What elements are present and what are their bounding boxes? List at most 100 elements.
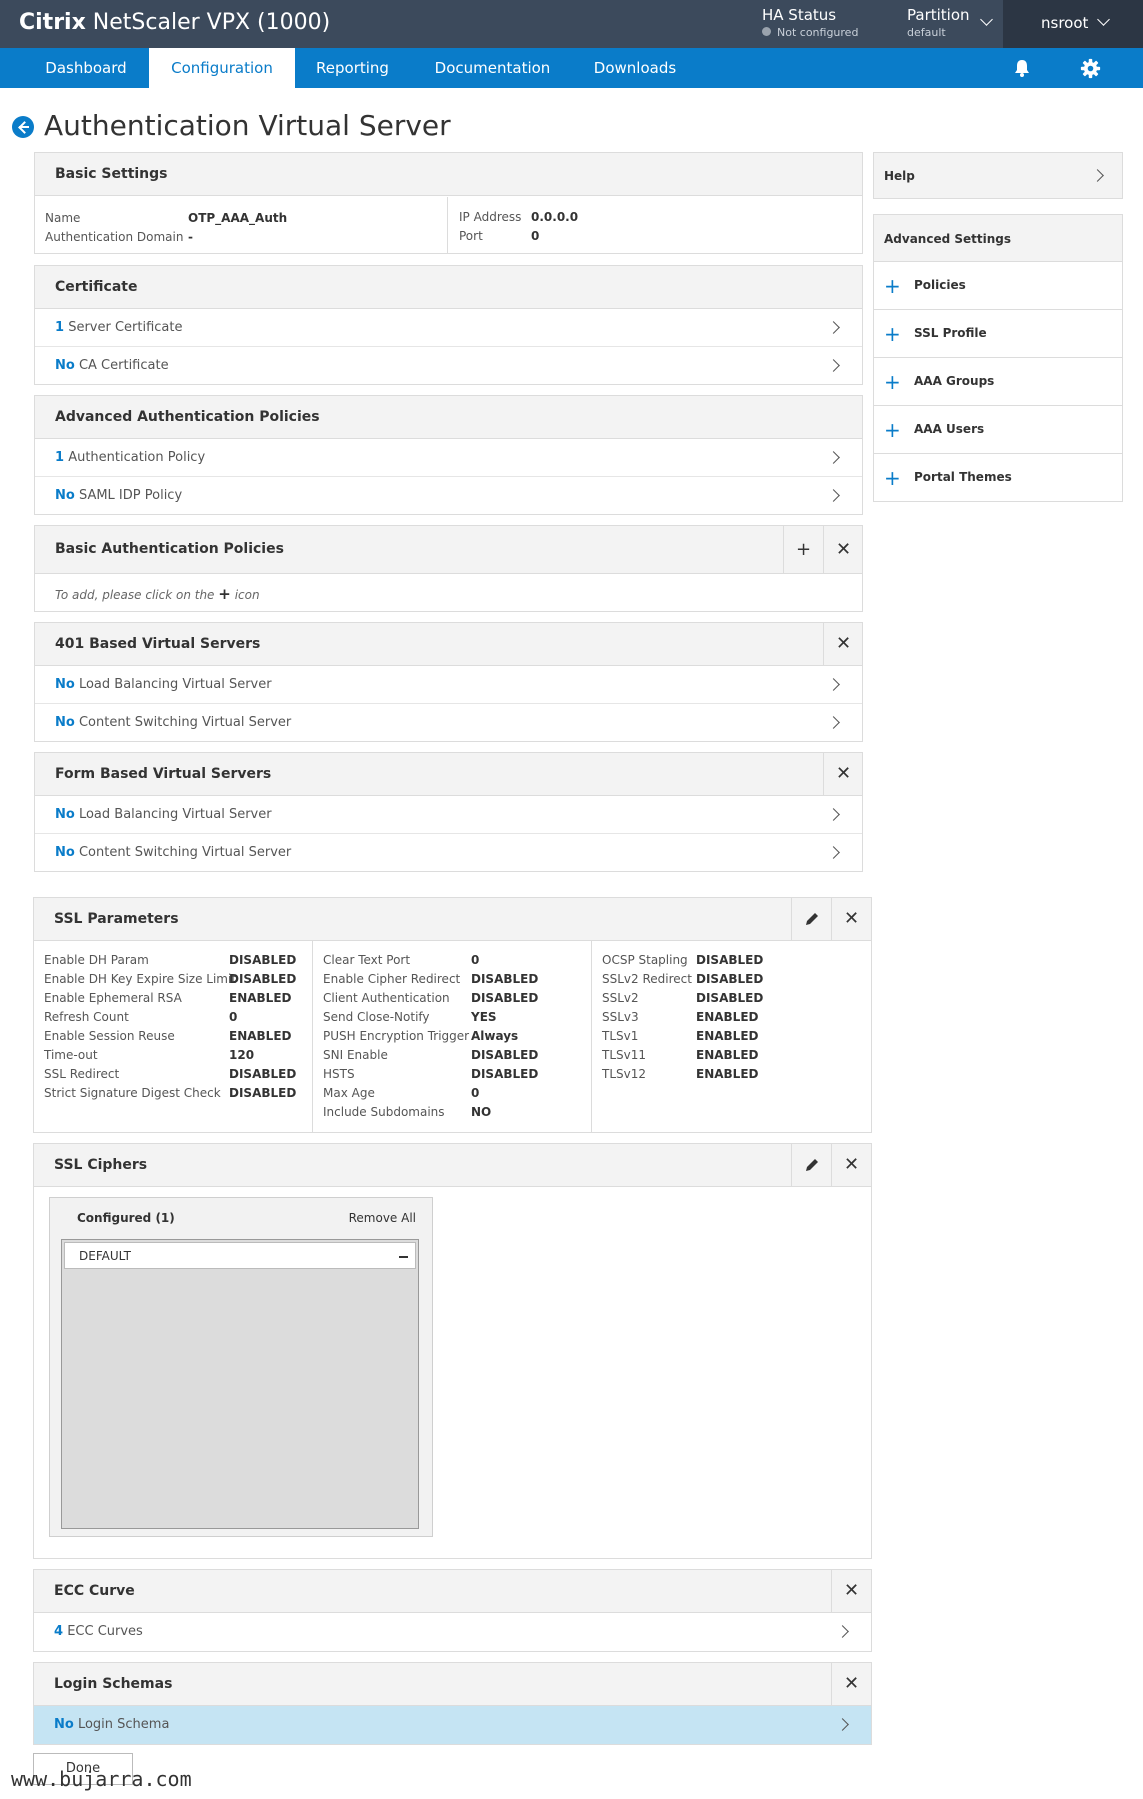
close-button[interactable]: ✕ xyxy=(831,1570,871,1612)
list-item-server-certificate[interactable]: 1 Server Certificate xyxy=(35,309,862,347)
ssl-parameters-panel: SSL Parameters ✕ Enable DH Param DISABLED… xyxy=(33,897,872,1133)
tab-documentation[interactable]: Documentation xyxy=(420,48,565,88)
domain-value: - xyxy=(188,230,193,244)
chevron-right-icon xyxy=(836,1718,849,1731)
ha-status[interactable]: HA Status Not configured xyxy=(762,6,858,39)
list-item-saml-idp-policy[interactable]: No SAML IDP Policy xyxy=(35,477,862,515)
close-button[interactable]: ✕ xyxy=(823,526,863,573)
chevron-right-icon xyxy=(827,846,840,859)
plus-icon: + xyxy=(884,466,901,490)
list-item-cs-vserver[interactable]: No Content Switching Virtual Server xyxy=(35,704,862,742)
cipher-list[interactable]: DEFAULT xyxy=(61,1239,419,1529)
list-item-authentication-policy[interactable]: 1 Authentication Policy xyxy=(35,439,862,477)
close-button[interactable]: ✕ xyxy=(823,753,863,795)
advanced-auth-policies-panel: Advanced Authentication Policies 1 Authe… xyxy=(34,395,863,515)
list-item-ca-certificate[interactable]: No CA Certificate xyxy=(35,347,862,385)
plus-icon: + xyxy=(884,274,901,298)
panel-title: SSL Ciphers xyxy=(54,1157,148,1173)
panel-title: Basic Settings xyxy=(55,166,168,182)
name-value: OTP_AAA_Auth xyxy=(188,211,288,225)
gear-icon[interactable] xyxy=(1080,58,1101,79)
sidebar-item-aaa-groups[interactable]: + AAA Groups xyxy=(874,357,1122,405)
back-arrow-icon[interactable] xyxy=(12,116,34,138)
ssl-params-col-2: Clear Text Port 0 Enable Cipher Redirect D… xyxy=(323,953,539,1119)
ha-status-title: HA Status xyxy=(762,6,837,24)
close-button[interactable]: ✕ xyxy=(831,1663,871,1705)
certificate-panel: Certificate 1 Server Certificate No CA C… xyxy=(34,265,863,385)
tab-dashboard[interactable]: Dashboard xyxy=(24,48,148,88)
chevron-down-icon xyxy=(1097,13,1110,26)
advanced-settings-title: Advanced Settings xyxy=(884,232,1012,246)
edit-button[interactable] xyxy=(791,898,831,940)
add-button[interactable]: + xyxy=(783,526,823,573)
basic-settings-panel: Basic Settings Name OTP_AAA_Auth Authenti… xyxy=(34,152,863,254)
panel-title: Basic Authentication Policies xyxy=(55,541,284,557)
plus-icon: + xyxy=(884,370,901,394)
plus-icon: + xyxy=(884,322,901,346)
ha-status-value: Not configured xyxy=(777,26,859,39)
list-item-lb-vserver[interactable]: No Load Balancing Virtual Server xyxy=(35,666,862,704)
ssl-params-col-3: OCSP Stapling DISABLED SSLv2 Redirect DISA… xyxy=(602,953,764,1081)
partition-value: default xyxy=(907,26,946,39)
panel-title: Login Schemas xyxy=(54,1676,173,1692)
brand-logo: Citrix NetScaler VPX (1000) xyxy=(19,10,331,35)
main-nav: Dashboard Configuration Reporting Docume… xyxy=(0,48,1143,88)
list-item-lb-vserver[interactable]: No Load Balancing Virtual Server xyxy=(35,796,862,834)
bell-icon[interactable] xyxy=(1012,58,1032,78)
tab-reporting[interactable]: Reporting xyxy=(296,48,409,88)
panel-title: SSL Parameters xyxy=(54,911,179,927)
panel-title: Certificate xyxy=(55,279,138,295)
ip-value: 0.0.0.0 xyxy=(531,210,579,224)
login-schemas-panel: Login Schemas ✕ No Login Schema xyxy=(33,1662,872,1745)
vs-form-panel: Form Based Virtual Servers ✕ No Load Bal… xyxy=(34,752,863,872)
sidebar-item-portal-themes[interactable]: + Portal Themes xyxy=(874,453,1122,501)
chevron-right-icon xyxy=(827,359,840,372)
chevron-right-icon xyxy=(827,716,840,729)
plus-icon: + xyxy=(218,585,231,603)
user-menu[interactable]: nsroot xyxy=(1003,0,1143,48)
list-item-cs-vserver[interactable]: No Content Switching Virtual Server xyxy=(35,834,862,872)
add-hint: To add, please click on the + icon xyxy=(55,585,260,603)
edit-button[interactable] xyxy=(791,1144,831,1186)
tab-downloads[interactable]: Downloads xyxy=(576,48,694,88)
pencil-icon xyxy=(805,913,818,925)
watermark: www.bujarra.com xyxy=(11,1767,192,1791)
list-item-login-schema[interactable]: No Login Schema xyxy=(34,1706,871,1744)
ssl-params-col-1: Enable DH Param DISABLED Enable DH Key Ex… xyxy=(44,953,297,1100)
close-button[interactable]: ✕ xyxy=(831,898,871,940)
divider xyxy=(312,941,313,1133)
minus-icon[interactable] xyxy=(399,1256,408,1258)
chevron-right-icon xyxy=(1091,169,1104,182)
chevron-right-icon xyxy=(827,678,840,691)
divider xyxy=(591,941,592,1133)
remove-all-link[interactable]: Remove All xyxy=(349,1211,416,1225)
advanced-settings-panel: Advanced Settings + Policies + SSL Profile… xyxy=(873,214,1123,502)
list-item[interactable]: DEFAULT xyxy=(64,1242,416,1269)
user-name: nsroot xyxy=(1041,14,1089,32)
port-value: 0 xyxy=(531,229,540,243)
close-button[interactable]: ✕ xyxy=(831,1144,871,1186)
chevron-right-icon xyxy=(827,808,840,821)
panel-title: Advanced Authentication Policies xyxy=(55,409,320,425)
chevron-down-icon[interactable] xyxy=(980,13,993,26)
page-title: Authentication Virtual Server xyxy=(44,109,451,142)
partition-selector[interactable]: Partition default xyxy=(907,6,970,39)
status-dot-icon xyxy=(762,27,771,36)
chevron-right-icon xyxy=(827,321,840,334)
sidebar-item-policies[interactable]: + Policies xyxy=(874,261,1122,309)
list-item-ecc-curves[interactable]: 4 ECC Curves xyxy=(34,1613,871,1651)
help-panel[interactable]: Help xyxy=(873,152,1123,199)
sidebar-item-aaa-users[interactable]: + AAA Users xyxy=(874,405,1122,453)
panel-title: 401 Based Virtual Servers xyxy=(55,636,261,652)
chevron-right-icon xyxy=(827,489,840,502)
sidebar-item-ssl-profile[interactable]: + SSL Profile xyxy=(874,309,1122,357)
chevron-right-icon xyxy=(836,1625,849,1638)
panel-title: Form Based Virtual Servers xyxy=(55,766,272,782)
close-button[interactable]: ✕ xyxy=(823,623,863,665)
ecc-curve-panel: ECC Curve ✕ 4 ECC Curves xyxy=(33,1569,872,1652)
chevron-right-icon xyxy=(827,451,840,464)
partition-title: Partition xyxy=(907,6,970,24)
tab-configuration[interactable]: Configuration xyxy=(149,48,295,88)
basic-auth-policies-panel: Basic Authentication Policies + ✕ To add… xyxy=(34,525,863,612)
plus-icon: + xyxy=(884,418,901,442)
